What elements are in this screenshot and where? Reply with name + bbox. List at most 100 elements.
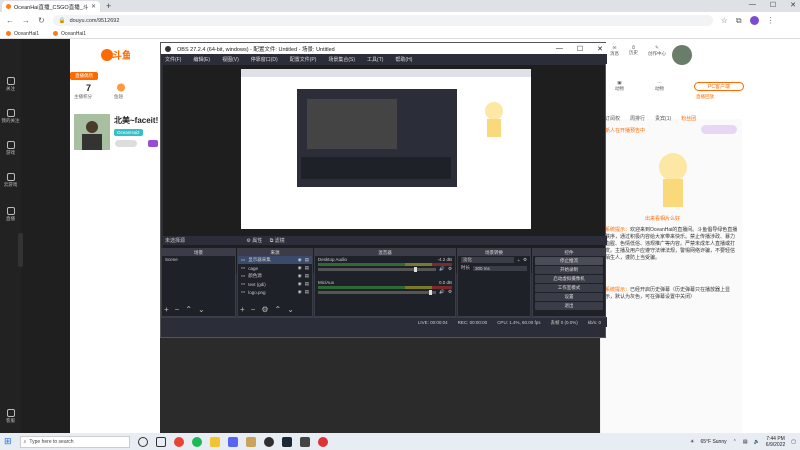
volume-fader-knob[interactable] bbox=[413, 267, 417, 272]
properties-button[interactable]: ⚙ 属性 bbox=[246, 238, 262, 244]
minimize-icon[interactable]: — bbox=[749, 1, 756, 9]
nav-item-cloud-games[interactable]: 云游戏 bbox=[0, 173, 21, 188]
close-tab-icon[interactable]: ✕ bbox=[91, 3, 96, 10]
remove-scene-icon[interactable]: − bbox=[175, 306, 180, 314]
tab-vip[interactable]: 贵宾(1) bbox=[655, 115, 671, 122]
mute-speaker-icon[interactable]: 🔊 bbox=[439, 266, 445, 272]
windows-start-icon[interactable]: ⊞ bbox=[4, 436, 12, 447]
close-window-icon[interactable]: ✕ bbox=[790, 1, 796, 9]
weather-text[interactable]: 65°F Sunny bbox=[700, 439, 726, 445]
eye-icon[interactable]: ◉ bbox=[298, 281, 302, 287]
lock-icon[interactable]: ▤ bbox=[305, 257, 309, 263]
add-source-icon[interactable]: + bbox=[240, 306, 245, 314]
history-icon[interactable]: ⏱ 历史 bbox=[629, 45, 638, 57]
chrome-menu-icon[interactable]: ⋮ bbox=[767, 16, 775, 25]
taskbar-search[interactable]: ⌕ Type here to search bbox=[19, 435, 130, 448]
replay-link[interactable]: 直播回放 bbox=[696, 94, 714, 100]
maximize-icon[interactable]: ☐ bbox=[770, 1, 776, 9]
user-avatar[interactable] bbox=[672, 45, 692, 65]
pc-client-button[interactable]: PC客户端 bbox=[694, 82, 744, 91]
volume-fader[interactable] bbox=[318, 290, 437, 295]
creator-icon[interactable]: ✎ 创作中心 bbox=[648, 45, 666, 57]
transition-select[interactable]: 淡化 bbox=[461, 257, 515, 263]
notifications-icon[interactable]: ▢ bbox=[791, 439, 796, 445]
profile-avatar[interactable] bbox=[749, 16, 759, 25]
source-item[interactable]: ▭ logo.png ◉ ▤ bbox=[238, 288, 312, 296]
lock-icon[interactable]: ▤ bbox=[305, 289, 309, 295]
more-button[interactable]: ⋯ 动物 bbox=[655, 80, 664, 92]
tab-subscribe[interactable]: 订阅权 bbox=[605, 115, 620, 122]
add-scene-icon[interactable]: + bbox=[164, 306, 169, 314]
menu-tools[interactable]: 工具(T) bbox=[367, 56, 383, 63]
banner-pill[interactable] bbox=[701, 125, 737, 134]
reload-icon[interactable]: ↻ bbox=[38, 16, 45, 25]
start-recording-button[interactable]: 开始录制 bbox=[535, 266, 603, 274]
back-icon[interactable]: ← bbox=[6, 16, 14, 25]
source-item[interactable]: ▭ 显示器采集 ◉ ▤ bbox=[238, 256, 312, 264]
obs-window[interactable]: OBS 27.2.4 (64-bit, windows) - 配置文件: Unt… bbox=[160, 42, 607, 338]
nav-item-my-follow[interactable]: 我的关注 bbox=[0, 109, 21, 124]
track-settings-icon[interactable]: ⚙ bbox=[448, 266, 452, 272]
source-settings-icon[interactable]: ⚙ bbox=[261, 306, 268, 314]
chrome-icon[interactable] bbox=[173, 436, 184, 447]
virtual-camera-button[interactable]: 启动虚拟摄像机 bbox=[535, 275, 603, 283]
eye-icon[interactable]: ◉ bbox=[298, 289, 302, 295]
mute-speaker-icon[interactable]: 🔊 bbox=[439, 289, 445, 295]
forward-icon[interactable]: → bbox=[22, 16, 30, 25]
menu-edit[interactable]: 编辑(E) bbox=[193, 56, 210, 63]
volume-fader[interactable] bbox=[318, 267, 437, 272]
transition-settings-icon[interactable]: ⚙ bbox=[523, 257, 527, 263]
move-up-icon[interactable]: ⌃ bbox=[275, 306, 282, 314]
add-transition-icon[interactable]: + bbox=[517, 258, 520, 263]
tab-weekly[interactable]: 周排行 bbox=[630, 115, 645, 122]
follow-badge[interactable] bbox=[115, 140, 137, 147]
sidebar-collapse-handle[interactable] bbox=[18, 233, 23, 267]
lock-icon[interactable]: ▤ bbox=[305, 273, 309, 279]
tray-overflow-icon[interactable]: ⌃ bbox=[733, 439, 737, 445]
extensions-icon[interactable]: ⧉ bbox=[736, 16, 742, 26]
exit-button[interactable]: 退出 bbox=[535, 302, 603, 310]
explorer-icon[interactable] bbox=[209, 436, 220, 447]
source-item[interactable]: ▭ 颜色源 ◉ ▤ bbox=[238, 272, 312, 280]
cortana-icon[interactable] bbox=[137, 436, 148, 447]
source-item[interactable]: ▭ cage ◉ ▤ bbox=[238, 264, 312, 272]
duration-input[interactable]: 300 ms bbox=[473, 265, 527, 271]
streamer-avatar[interactable] bbox=[74, 114, 110, 150]
bookmark-item[interactable]: OceanHai1 bbox=[53, 31, 86, 37]
stop-streaming-button[interactable]: 停止推流 bbox=[535, 257, 603, 265]
menu-help[interactable]: 帮助(H) bbox=[395, 56, 412, 63]
menu-profile[interactable]: 配置文件(P) bbox=[290, 56, 317, 63]
network-icon[interactable]: ▤ bbox=[743, 439, 748, 445]
app-icon[interactable] bbox=[299, 436, 310, 447]
clock[interactable]: 7:44 PM 6/9/2022 bbox=[766, 436, 785, 448]
nav-item-live[interactable]: 直播 bbox=[0, 207, 21, 222]
move-down-icon[interactable]: ⌄ bbox=[198, 306, 205, 314]
discord-icon[interactable] bbox=[227, 436, 238, 447]
scene-item[interactable]: Scene bbox=[162, 256, 235, 263]
menu-scene-collection[interactable]: 场景集合(S) bbox=[328, 56, 355, 63]
remove-source-icon[interactable]: − bbox=[251, 306, 256, 314]
menu-view[interactable]: 视图(V) bbox=[222, 56, 239, 63]
game-icon[interactable] bbox=[245, 436, 256, 447]
nav-item-support[interactable]: 客服 bbox=[0, 409, 21, 424]
nav-item-games[interactable]: 游戏 bbox=[0, 141, 21, 156]
source-item[interactable]: ▭ text (gdi) ◉ ▤ bbox=[238, 280, 312, 288]
spotify-icon[interactable] bbox=[191, 436, 202, 447]
lock-icon[interactable]: ▤ bbox=[305, 265, 309, 271]
animal-button[interactable]: ▣ 动物 bbox=[615, 80, 624, 92]
task-view-icon[interactable] bbox=[155, 436, 166, 447]
obs-taskbar-icon[interactable] bbox=[263, 436, 274, 447]
studio-mode-button[interactable]: 工作室模式 bbox=[535, 284, 603, 292]
obs-close-icon[interactable]: ✕ bbox=[597, 45, 603, 53]
eye-icon[interactable]: ◉ bbox=[298, 273, 302, 279]
menu-file[interactable]: 文件(F) bbox=[165, 56, 181, 63]
obs-minimize-icon[interactable]: — bbox=[556, 45, 563, 53]
douyu-logo[interactable]: 斗鱼 bbox=[100, 47, 130, 63]
url-bar[interactable]: 🔒 douyu.com/9512692 bbox=[52, 15, 713, 26]
move-up-icon[interactable]: ⌃ bbox=[185, 306, 192, 314]
lock-icon[interactable]: ▤ bbox=[305, 281, 309, 287]
new-tab-icon[interactable]: + bbox=[106, 1, 111, 11]
obs-maximize-icon[interactable]: ☐ bbox=[577, 45, 583, 53]
nav-item-follow[interactable]: 关注 bbox=[0, 77, 21, 92]
filters-button[interactable]: ⧉ 滤镜 bbox=[270, 238, 285, 244]
